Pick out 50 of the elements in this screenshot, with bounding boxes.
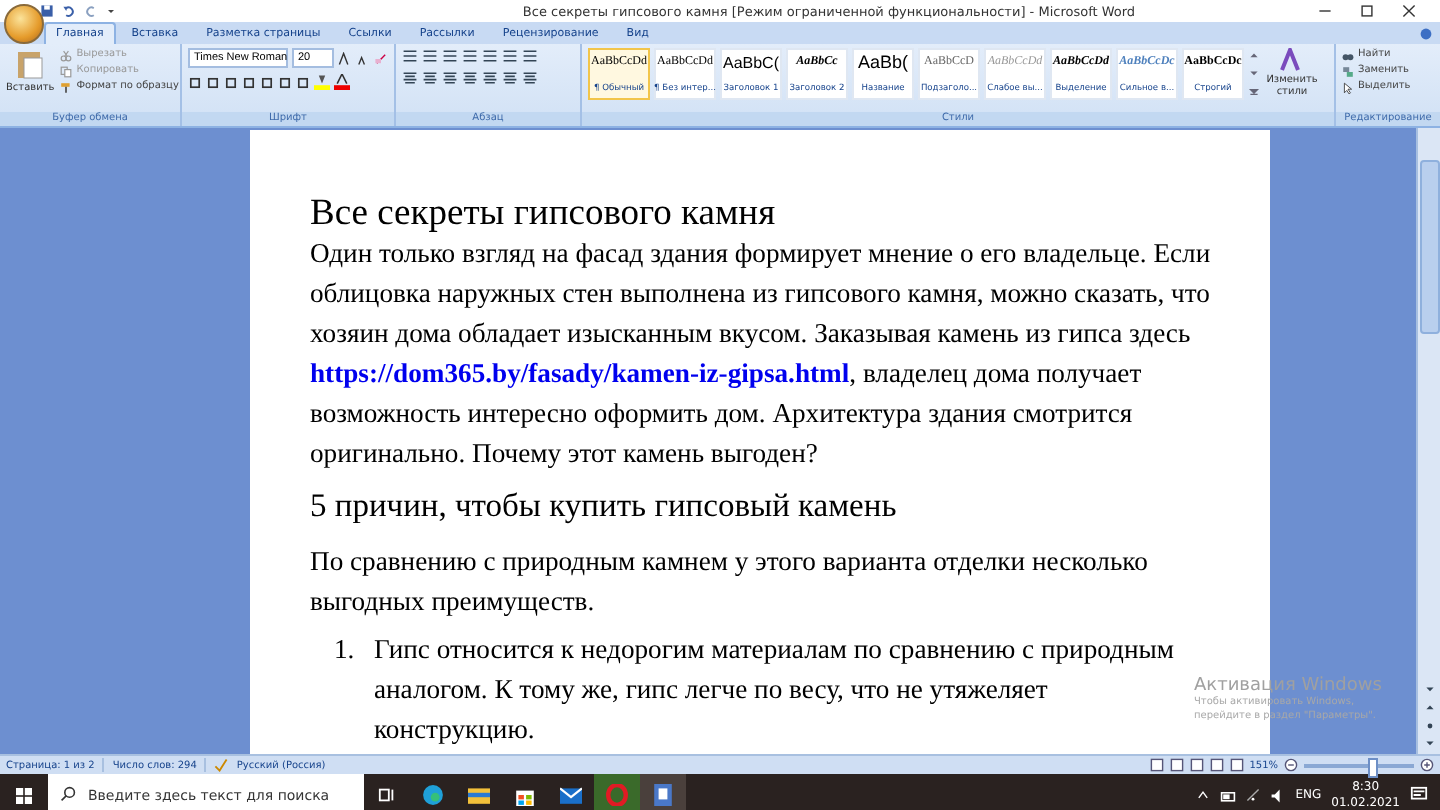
font-color-icon[interactable] (334, 74, 350, 90)
notification-icon[interactable] (1410, 786, 1428, 804)
previous-page-icon[interactable] (1423, 702, 1435, 714)
network-icon[interactable] (1245, 788, 1260, 802)
windows-icon[interactable] (16, 787, 32, 803)
zoom-slider[interactable] (1368, 757, 1379, 777)
cursor-icon[interactable] (1342, 81, 1354, 93)
zoom-out-icon[interactable] (1284, 758, 1298, 772)
folder-icon[interactable] (468, 784, 490, 806)
more-icon[interactable] (1248, 84, 1260, 100)
next-page-icon[interactable] (1423, 738, 1435, 750)
undo-icon[interactable] (62, 4, 76, 18)
close-icon[interactable] (1402, 4, 1416, 18)
battery-icon[interactable] (1219, 787, 1236, 803)
minimize-icon[interactable] (1318, 4, 1332, 18)
help-icon[interactable] (1420, 28, 1432, 40)
speaker-icon[interactable] (1269, 787, 1286, 803)
brush-icon[interactable] (60, 81, 73, 93)
redo-icon[interactable] (84, 4, 98, 18)
maximize-icon[interactable] (1360, 4, 1374, 18)
document-title: Все секреты гипсового камня (310, 194, 778, 234)
office-button[interactable] (4, 4, 44, 44)
list-number: 1. (334, 632, 357, 668)
grow-font-icon[interactable] (338, 51, 352, 65)
task-view-icon[interactable] (378, 786, 396, 804)
vertical-scrollbar[interactable] (1416, 128, 1440, 754)
document-heading: 5 причин, чтобы купить гипсовый камень (310, 484, 899, 528)
save-icon[interactable] (40, 4, 54, 18)
document-paragraph: Один только взгляд на фасад здания формирует мнение о его владельце. Если облицовка наружных стен выполнена из гипсового камня, можно сказать, что хозяин дома обладает изысканным вкусом. Заказывая камень из гипса здесь https://dom365.by/fasady/kamen-iz-gipsa.html, владелец дома получает возможность интересно оформить дом. Архитектура здания смотрится оригинально. Почему этот камень выгоден? (310, 236, 1213, 472)
zoom-in-icon[interactable] (1420, 758, 1434, 772)
mail-icon[interactable] (560, 784, 582, 806)
shrink-font-icon[interactable] (356, 51, 370, 65)
spellcheck-icon[interactable] (214, 758, 229, 772)
document-paragraph: По сравнению с природным камнем у этого варианта отделки несколько выгодных преимуществ. (310, 544, 1150, 620)
align-left-icon[interactable] (402, 70, 418, 86)
copy-icon[interactable] (60, 65, 73, 77)
chevron-up-icon[interactable] (1195, 788, 1210, 802)
link[interactable]: https://dom365.by/fasady/kamen-iz-gipsa.html (310, 358, 850, 388)
search-icon[interactable] (60, 786, 76, 802)
scroll-down-icon[interactable] (1423, 684, 1435, 696)
highlight-icon[interactable] (314, 74, 330, 90)
replace-icon[interactable] (1342, 65, 1354, 77)
caret-icon[interactable] (106, 6, 116, 16)
binoculars-icon[interactable] (1342, 49, 1354, 61)
letter-a-icon (1280, 48, 1304, 72)
browser-icon[interactable] (422, 784, 444, 806)
scrollbar-thumb[interactable] (1419, 160, 1439, 334)
clipboard-icon (16, 48, 45, 80)
list-item-text: Гипс относится к недорогим материалам по сравнению с природным аналогом. К тому же, гипс легче по весу, что не утяжеляет конструкцию. (374, 632, 1176, 748)
document-icon[interactable] (652, 784, 674, 806)
